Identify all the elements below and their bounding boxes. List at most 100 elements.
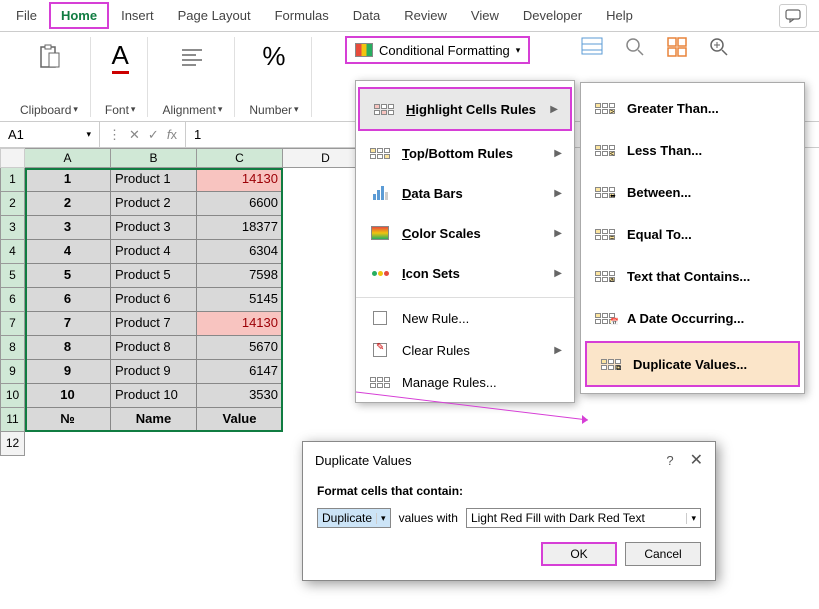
tab-insert[interactable]: Insert	[109, 2, 166, 29]
cell[interactable]: Product 9	[111, 360, 197, 384]
comments-button[interactable]	[779, 4, 807, 28]
format-table-icon[interactable]	[580, 36, 604, 64]
row-header[interactable]: 7	[0, 312, 25, 336]
fx-icon[interactable]: fx	[167, 127, 177, 142]
cell[interactable]: №	[25, 408, 111, 432]
conditional-formatting-button[interactable]: Conditional Formatting ▾	[345, 36, 530, 64]
formula-input[interactable]: 1	[186, 127, 209, 142]
cell[interactable]: 6600	[197, 192, 283, 216]
cell[interactable]: 2	[25, 192, 111, 216]
menu-item[interactable]: Manage Rules...	[356, 366, 574, 398]
menu-item[interactable]: Icon Sets ▶	[356, 253, 574, 293]
tab-home[interactable]: Home	[49, 2, 109, 29]
row-header[interactable]: 12	[0, 432, 25, 456]
cell[interactable]: 6304	[197, 240, 283, 264]
cell[interactable]: 3	[25, 216, 111, 240]
tab-formulas[interactable]: Formulas	[263, 2, 341, 29]
menu-item[interactable]: 📅 A Date Occurring...	[581, 297, 804, 339]
row-header[interactable]: 2	[0, 192, 25, 216]
tab-page-layout[interactable]: Page Layout	[166, 2, 263, 29]
enter-icon[interactable]: ✓	[148, 127, 159, 143]
cell[interactable]: Product 8	[111, 336, 197, 360]
menu-item[interactable]: Data Bars ▶	[356, 173, 574, 213]
menu-icon	[368, 143, 392, 163]
cell[interactable]: Value	[197, 408, 283, 432]
close-icon[interactable]: ✕	[690, 450, 703, 470]
cancel-button[interactable]: Cancel	[625, 542, 701, 566]
cell[interactable]: 4	[25, 240, 111, 264]
cell[interactable]: 9	[25, 360, 111, 384]
menu-item[interactable]: New Rule...	[356, 302, 574, 334]
ok-button[interactable]: OK	[541, 542, 617, 566]
menu-item[interactable]: ✎ Clear Rules ▶	[356, 334, 574, 366]
addins-icon[interactable]	[666, 36, 688, 64]
cell[interactable]: Product 6	[111, 288, 197, 312]
col-header-b[interactable]: B	[111, 148, 197, 168]
cell[interactable]: 1	[25, 168, 111, 192]
duplicate-combo[interactable]: Duplicate▾	[317, 508, 391, 528]
col-header-c[interactable]: C	[197, 148, 283, 168]
cell[interactable]: 5145	[197, 288, 283, 312]
cell[interactable]: Product 4	[111, 240, 197, 264]
menu-item[interactable]: a Text that Contains...	[581, 255, 804, 297]
row-header[interactable]: 9	[0, 360, 25, 384]
row-header[interactable]: 3	[0, 216, 25, 240]
menu-icon: <	[593, 140, 617, 160]
row-header[interactable]: 5	[0, 264, 25, 288]
menu-item[interactable]: < Less Than...	[581, 129, 804, 171]
group-font[interactable]: A Font▾	[93, 37, 149, 117]
cell[interactable]: Product 3	[111, 216, 197, 240]
cell[interactable]: Product 10	[111, 384, 197, 408]
cell[interactable]: 5670	[197, 336, 283, 360]
cell[interactable]: Product 7	[111, 312, 197, 336]
tab-review[interactable]: Review	[392, 2, 459, 29]
menu-icon: ✎	[368, 340, 392, 360]
row-header[interactable]: 1	[0, 168, 25, 192]
chevron-right-icon: ▶	[554, 188, 562, 199]
tab-developer[interactable]: Developer	[511, 2, 594, 29]
name-box[interactable]: A1▾	[0, 122, 100, 147]
menu-item[interactable]: = Equal To...	[581, 213, 804, 255]
group-alignment[interactable]: Alignment▾	[150, 37, 235, 117]
help-icon[interactable]: ?	[666, 453, 673, 468]
menu-item[interactable]: Highlight Cells Rules ▶	[358, 87, 572, 131]
col-header-a[interactable]: A	[25, 148, 111, 168]
row-header[interactable]: 10	[0, 384, 25, 408]
cell[interactable]: 8	[25, 336, 111, 360]
cell[interactable]: 6147	[197, 360, 283, 384]
cell[interactable]: 7598	[197, 264, 283, 288]
select-all-corner[interactable]	[0, 148, 25, 168]
cell[interactable]: 14130	[197, 168, 283, 192]
group-number[interactable]: % Number▾	[237, 37, 311, 117]
row-header[interactable]: 6	[0, 288, 25, 312]
cell[interactable]: Product 1	[111, 168, 197, 192]
dropdown-icon[interactable]: ⋮	[108, 127, 121, 143]
cell[interactable]: Product 5	[111, 264, 197, 288]
search-icon[interactable]	[624, 36, 646, 64]
tab-help[interactable]: Help	[594, 2, 645, 29]
cell[interactable]: Product 2	[111, 192, 197, 216]
menu-item[interactable]: ⧉ Duplicate Values...	[585, 341, 800, 387]
tab-view[interactable]: View	[459, 2, 511, 29]
cancel-icon[interactable]: ✕	[129, 127, 140, 143]
row-header[interactable]: 4	[0, 240, 25, 264]
analyze-icon[interactable]	[708, 36, 730, 64]
row-header[interactable]: 8	[0, 336, 25, 360]
tab-file[interactable]: File	[4, 2, 49, 29]
menu-item[interactable]: Top/Bottom Rules ▶	[356, 133, 574, 173]
cell[interactable]: 7	[25, 312, 111, 336]
row-header[interactable]: 11	[0, 408, 25, 432]
format-combo[interactable]: Light Red Fill with Dark Red Text▾	[466, 508, 701, 528]
group-clipboard[interactable]: Clipboard▾	[8, 37, 91, 117]
menu-item[interactable]: ⬌ Between...	[581, 171, 804, 213]
menu-item[interactable]: Color Scales ▶	[356, 213, 574, 253]
cell[interactable]: Name	[111, 408, 197, 432]
cell[interactable]: 3530	[197, 384, 283, 408]
cell[interactable]: 6	[25, 288, 111, 312]
tab-data[interactable]: Data	[341, 2, 392, 29]
cell[interactable]: 14130	[197, 312, 283, 336]
cell[interactable]: 10	[25, 384, 111, 408]
cell[interactable]: 18377	[197, 216, 283, 240]
menu-item[interactable]: > Greater Than...	[581, 87, 804, 129]
cell[interactable]: 5	[25, 264, 111, 288]
